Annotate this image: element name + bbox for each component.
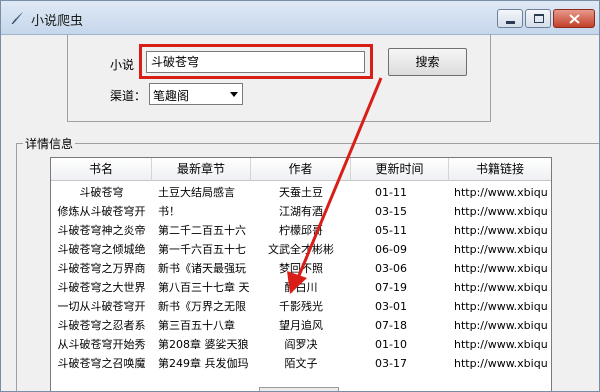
cell-author: 天蚕土豆 — [279, 186, 323, 199]
title-bar[interactable]: 小说爬虫 — [1, 1, 599, 35]
table-row[interactable]: 修炼从斗破苍穹开 书！ 江湖有酒 03-15 http://www.xbiqu — [51, 202, 551, 221]
channel-select[interactable]: 笔趣阁 — [149, 83, 243, 105]
cell-author: 江湖有酒 — [279, 205, 323, 218]
cell-author: 梦回不照 — [279, 262, 323, 275]
table-row[interactable]: 斗破苍穹神之炎帝 第二千二百五十六 柠檬邱哥 05-11 http://www.xbiq… — [51, 221, 551, 240]
cell-update-time: 05-11 — [375, 224, 407, 237]
table-row[interactable]: 斗破苍穹之万界商 新书《诸天最强玩 梦回不照 03-06 http://www.xbiq… — [51, 259, 551, 278]
cell-update-time: 06-09 — [375, 243, 407, 256]
column-header-latest-chapter[interactable]: 最新章节 — [152, 158, 251, 181]
table-row[interactable]: 斗破苍穹之倾城绝 第一千六百五十七 文武全才彬彬 06-09 http://www.xb… — [51, 240, 551, 259]
close-icon — [569, 14, 580, 24]
cell-latest-chapter: 新书《诸天最强玩 — [158, 262, 246, 275]
cell-author: 柠檬邱哥 — [279, 224, 323, 237]
cell-link: http://www.xbiqu — [454, 319, 548, 332]
details-group-title: 详情信息 — [23, 135, 76, 152]
column-header-update-time[interactable]: 更新时间 — [351, 158, 449, 181]
cell-title: 斗破苍穹 — [79, 186, 124, 199]
minimize-button[interactable] — [497, 9, 523, 28]
column-header-author[interactable]: 作者 — [251, 158, 351, 181]
cell-update-time: 01-10 — [375, 338, 407, 351]
maximize-button[interactable] — [525, 9, 551, 28]
cell-link: http://www.xbiqu — [454, 224, 548, 237]
cell-link: http://www.xbiqu — [454, 357, 548, 370]
cell-link: http://www.xbiqu — [454, 243, 548, 256]
table-row[interactable]: 斗破苍穹 土豆大结局感言 天蚕土豆 01-11 http://www.xbiqu — [51, 183, 551, 202]
cell-update-time: 03-06 — [375, 262, 407, 275]
cell-update-time: 01-11 — [375, 186, 407, 199]
cell-title: 斗破苍穹神之炎帝 — [57, 224, 146, 237]
cell-author: 千影残光 — [279, 300, 323, 313]
table-row[interactable]: 一切从斗破苍穹开 新书《万界之无限 千影残光 03-01 http://www.xbiq… — [51, 297, 551, 316]
cell-link: http://www.xbiqu — [454, 281, 548, 294]
cell-author: 陌文子 — [284, 357, 318, 370]
cell-latest-chapter: 第一千六百五十七 — [158, 243, 246, 256]
window-title: 小说爬虫 — [31, 14, 84, 29]
channel-label: 渠道： — [110, 89, 147, 103]
cell-title: 从斗破苍穹开始秀 — [57, 338, 146, 351]
cell-update-time: 07-19 — [375, 281, 407, 294]
column-header-title[interactable]: 书名 — [51, 158, 152, 181]
feather-icon — [11, 12, 23, 25]
maximize-icon — [534, 14, 544, 23]
cell-update-time: 03-15 — [375, 205, 407, 218]
cell-update-time: 03-17 — [375, 357, 407, 370]
scrollbar-thumb[interactable] — [259, 387, 339, 391]
minimize-icon — [506, 21, 515, 24]
cell-title: 斗破苍穹之万界商 — [57, 262, 146, 275]
cell-latest-chapter: 第三百五十八章 — [158, 319, 235, 332]
app-window: 小说爬虫 小说 斗破苍穹 搜索 渠道： 笔趣阁 详情信息 书名 最新章节 作者 … — [0, 0, 600, 392]
cell-latest-chapter: 第八百三十七章 天 — [158, 281, 250, 294]
dropdown-arrow-icon[interactable] — [230, 92, 238, 97]
close-button[interactable] — [553, 9, 595, 28]
cell-title: 一切从斗破苍穹开 — [57, 300, 146, 313]
cell-title: 斗破苍穹之倾城绝 — [57, 243, 146, 256]
cell-latest-chapter: 第208章 婆娑天狼 — [158, 338, 249, 351]
cell-author: 文武全才彬彬 — [268, 243, 334, 256]
cell-title: 斗破苍穹之召唤魔 — [57, 357, 146, 370]
results-table[interactable]: 书名 最新章节 作者 更新时间 书籍链接 斗破苍穹 土豆大结局感言 天蚕土豆 01-1… — [50, 157, 552, 391]
cell-author: 望月追风 — [279, 319, 323, 332]
cell-author: 醉白川 — [284, 281, 318, 294]
search-button[interactable]: 搜索 — [388, 48, 467, 76]
channel-value: 笔趣阁 — [153, 89, 190, 103]
table-header: 书名 最新章节 作者 更新时间 书籍链接 — [51, 158, 551, 181]
cell-title: 斗破苍穹之忍者系 — [57, 319, 146, 332]
cell-link: http://www.xbiqu — [454, 262, 548, 275]
cell-latest-chapter: 第二千二百五十六 — [158, 224, 246, 237]
cell-title: 斗破苍穹之大世界 — [57, 281, 146, 294]
cell-latest-chapter: 土豆大结局感言 — [158, 186, 235, 199]
cell-title: 修炼从斗破苍穹开 — [57, 205, 146, 218]
cell-latest-chapter: 第249章 兵发伽玛 — [158, 357, 249, 370]
cell-update-time: 03-01 — [375, 300, 407, 313]
table-row[interactable]: 从斗破苍穹开始秀 第208章 婆娑天狼 阎罗决 01-10 http://www.xbi… — [51, 335, 551, 354]
cell-link: http://www.xbiqu — [454, 338, 548, 351]
cell-latest-chapter: 书！ — [158, 205, 180, 218]
table-row[interactable]: 斗破苍穹之忍者系 第三百五十八章 望月追风 07-18 http://www.xbiq… — [51, 316, 551, 335]
cell-author: 阎罗决 — [284, 338, 318, 351]
novel-label: 小说 — [110, 58, 135, 72]
table-row[interactable]: 斗破苍穹之大世界 第八百三十七章 天 醉白川 07-19 http://www.xbiq… — [51, 278, 551, 297]
cell-link: http://www.xbiqu — [454, 300, 548, 313]
cell-update-time: 07-18 — [375, 319, 407, 332]
cell-latest-chapter: 新书《万界之无限 — [158, 300, 246, 313]
table-row[interactable]: 斗破苍穹之召唤魔 第249章 兵发伽玛 陌文子 03-17 http://www.xbi… — [51, 354, 551, 373]
highlight-box — [139, 44, 373, 79]
cell-link: http://www.xbiqu — [454, 186, 548, 199]
cell-link: http://www.xbiqu — [454, 205, 548, 218]
column-header-link[interactable]: 书籍链接 — [449, 158, 551, 181]
